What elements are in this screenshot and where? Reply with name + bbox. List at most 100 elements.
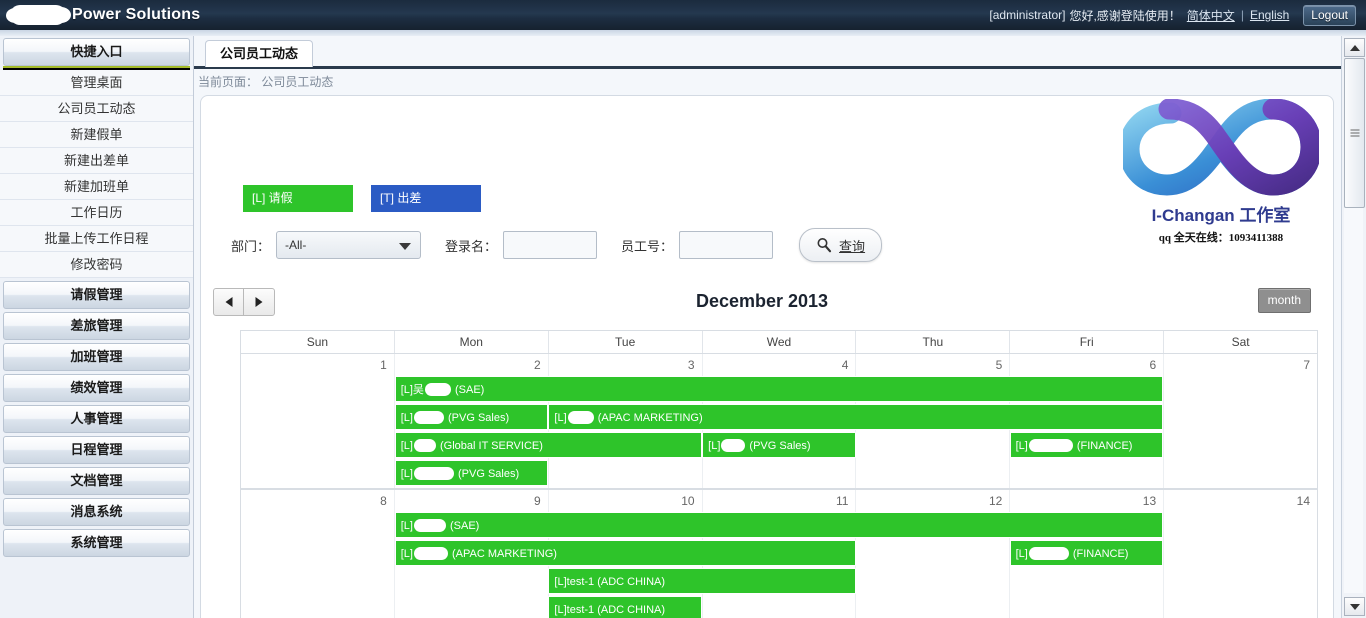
sidebar-quick-items: 管理桌面 公司员工动态 新建假单 新建出差单 新建加班单 工作日历 批量上传工作日程 修改密码 (0, 70, 193, 278)
calendar-event[interactable]: [L] (APAC MARKETING) (394, 540, 856, 566)
login-name-label: 登录名： (445, 238, 498, 254)
sidebar-group-4[interactable]: 人事管理 (3, 405, 190, 433)
redacted-name (567, 411, 594, 424)
search-button-label: 查询 (839, 238, 866, 254)
sidebar-group-3[interactable]: 绩效管理 (3, 374, 190, 402)
calendar-dow-sat: Sat (1231, 335, 1250, 349)
calendar-event[interactable]: [L] (APAC MARKETING) (548, 404, 1164, 430)
triangle-left-icon (225, 297, 233, 307)
calendar-day-cell[interactable]: 6 (1010, 354, 1165, 376)
sidebar-item-3[interactable]: 新建出差单 (0, 148, 193, 174)
calendar-day-cell[interactable]: 10 (549, 490, 703, 512)
logout-button[interactable]: Logout (1303, 4, 1356, 26)
calendar-event[interactable]: [L] (PVG Sales) (394, 404, 549, 430)
calendar-event[interactable]: [L] (PVG Sales) (394, 460, 549, 486)
calendar-day-cell[interactable]: 11 (703, 490, 857, 512)
login-name-input[interactable] (503, 231, 598, 259)
current-user: [administrator] (989, 8, 1066, 22)
legend-chip-leave[interactable]: [L] 请假 (243, 185, 353, 212)
calendar-day-cell[interactable]: 2 (395, 354, 549, 376)
sidebar-group-1[interactable]: 差旅管理 (3, 312, 190, 340)
calendar-day-cell[interactable]: 3 (549, 354, 703, 376)
prev-month-button[interactable] (213, 288, 245, 316)
sidebar-item-0[interactable]: 管理桌面 (0, 70, 193, 96)
sidebar-group-8[interactable]: 系统管理 (3, 529, 190, 557)
scroll-down-button[interactable] (1344, 597, 1365, 616)
calendar-day-cell[interactable]: 4 (703, 354, 857, 376)
redacted-name (1028, 547, 1069, 560)
tab-strip: 公司员工动态 (194, 36, 1342, 69)
calendar-day-numbers: 1234567 (241, 354, 1317, 376)
calendar-event[interactable]: [L] (FINANCE) (1009, 540, 1164, 566)
sidebar-group-6[interactable]: 文档管理 (3, 467, 190, 495)
sidebar-item-5[interactable]: 工作日历 (0, 200, 193, 226)
page-scrollbar[interactable] (1341, 36, 1366, 618)
redacted-name (413, 467, 454, 480)
calendar-event-row: [L]test-1 (ADC CHINA) (241, 568, 1317, 596)
calendar-event-row: [L] (PVG Sales) [L] (APAC MARKETING) (241, 404, 1317, 432)
top-bar: Power Solutions [administrator] 您好,感谢登陆使… (0, 0, 1366, 30)
top-bar-right: [administrator] 您好,感谢登陆使用！ 简体中文 | Englis… (989, 0, 1358, 30)
sidebar-group-5[interactable]: 日程管理 (3, 436, 190, 464)
triangle-right-icon (255, 297, 263, 307)
tab-employee-activity[interactable]: 公司员工动态 (205, 40, 314, 67)
calendar-day-cell[interactable]: 13 (1010, 490, 1165, 512)
calendar-event[interactable]: [L] (PVG Sales) (702, 432, 856, 458)
sidebar-group-0[interactable]: 请假管理 (3, 281, 190, 309)
sidebar-item-7[interactable]: 修改密码 (0, 252, 193, 278)
scroll-track[interactable] (1344, 208, 1363, 593)
calendar-dow-sun: Sun (241, 331, 395, 353)
calendar-event-row: [L] (Global IT SERVICE) [L] (PVG Sales) [L… (241, 432, 1317, 460)
infinity-logo-icon (1123, 99, 1319, 196)
calendar-event[interactable]: [L] (Global IT SERVICE) (394, 432, 703, 458)
department-select[interactable]: -All- (276, 231, 422, 259)
calendar-day-headers: Sun Mon Tue Wed Thu Fri Sat (240, 330, 1318, 353)
calendar-event[interactable]: [L] (SAE) (394, 512, 1164, 538)
calendar-dow-tue: Tue (549, 331, 703, 353)
calendar-event[interactable]: [L]test-1 (ADC CHINA) (548, 568, 856, 594)
caret-down-icon (1349, 603, 1360, 610)
calendar-event[interactable]: [L]test-1 (ADC CHINA) (548, 596, 703, 618)
brand-logo: Power Solutions (6, 2, 201, 28)
content-card: I-Changan 工作室 qq 全天在线：1093411388 [L] 请假 … (200, 95, 1334, 618)
sidebar-item-4[interactable]: 新建加班单 (0, 174, 193, 200)
sidebar-item-6[interactable]: 批量上传工作日程 (0, 226, 193, 252)
brand-title: Power Solutions (72, 6, 201, 23)
breadcrumb: 当前页面： 公司员工动态 (194, 69, 1342, 95)
calendar-day-cell[interactable]: 12 (856, 490, 1011, 512)
language-link-chinese[interactable]: 简体中文 (1187, 7, 1235, 24)
greeting-text: 您好,感谢登陆使用！ (1069, 8, 1181, 23)
view-month-button[interactable]: month (1257, 288, 1311, 313)
scroll-up-button[interactable] (1344, 38, 1365, 57)
next-month-button[interactable] (243, 288, 275, 316)
employee-number-input[interactable] (679, 231, 774, 259)
calendar-day-cell[interactable]: 14 (1164, 490, 1317, 512)
department-selected-value: -All- (285, 238, 307, 252)
calendar-event[interactable]: [L]吴 (SAE) (394, 376, 1164, 402)
main-panel: 公司员工动态 当前页面： 公司员工动态 I-Changan 工作室 qq 全天在… (194, 36, 1342, 618)
language-separator: | (1240, 8, 1244, 22)
language-link-english[interactable]: English (1250, 8, 1289, 22)
calendar-day-cell[interactable]: 9 (395, 490, 549, 512)
watermark-logo: I-Changan 工作室 qq 全天在线：1093411388 (1121, 99, 1321, 245)
employee-number-label: 员工号： (621, 238, 674, 254)
sidebar-item-1[interactable]: 公司员工动态 (0, 96, 193, 122)
sidebar-group-quick-entry[interactable]: 快捷入口 (3, 38, 190, 66)
scroll-thumb[interactable] (1344, 58, 1365, 208)
calendar-event-row: [L]吴 (SAE) (241, 376, 1317, 404)
calendar-day-cell[interactable]: 7 (1164, 354, 1317, 376)
sidebar-group-7[interactable]: 消息系统 (3, 498, 190, 526)
scroll-grip-icon (1350, 129, 1359, 137)
calendar-day-cell[interactable]: 5 (856, 354, 1011, 376)
legend-chip-trip[interactable]: [T] 出差 (371, 185, 481, 212)
redacted-name (413, 519, 446, 532)
company-logo-redacted-icon (6, 5, 71, 25)
calendar-day-cell[interactable]: 1 (241, 354, 395, 376)
calendar-event[interactable]: [L] (FINANCE) (1009, 432, 1164, 458)
watermark-title: I-Changan 工作室 (1151, 206, 1291, 225)
calendar-day-cell[interactable]: 8 (241, 490, 395, 512)
search-button[interactable]: 查询 (799, 228, 883, 262)
sidebar-item-2[interactable]: 新建假单 (0, 122, 193, 148)
calendar-grid: Sun Mon Tue Wed Thu Fri Sat 1 2 3 4 5 6 7 [L]吴 (SAE)[… (240, 330, 1318, 618)
sidebar-group-2[interactable]: 加班管理 (3, 343, 190, 371)
